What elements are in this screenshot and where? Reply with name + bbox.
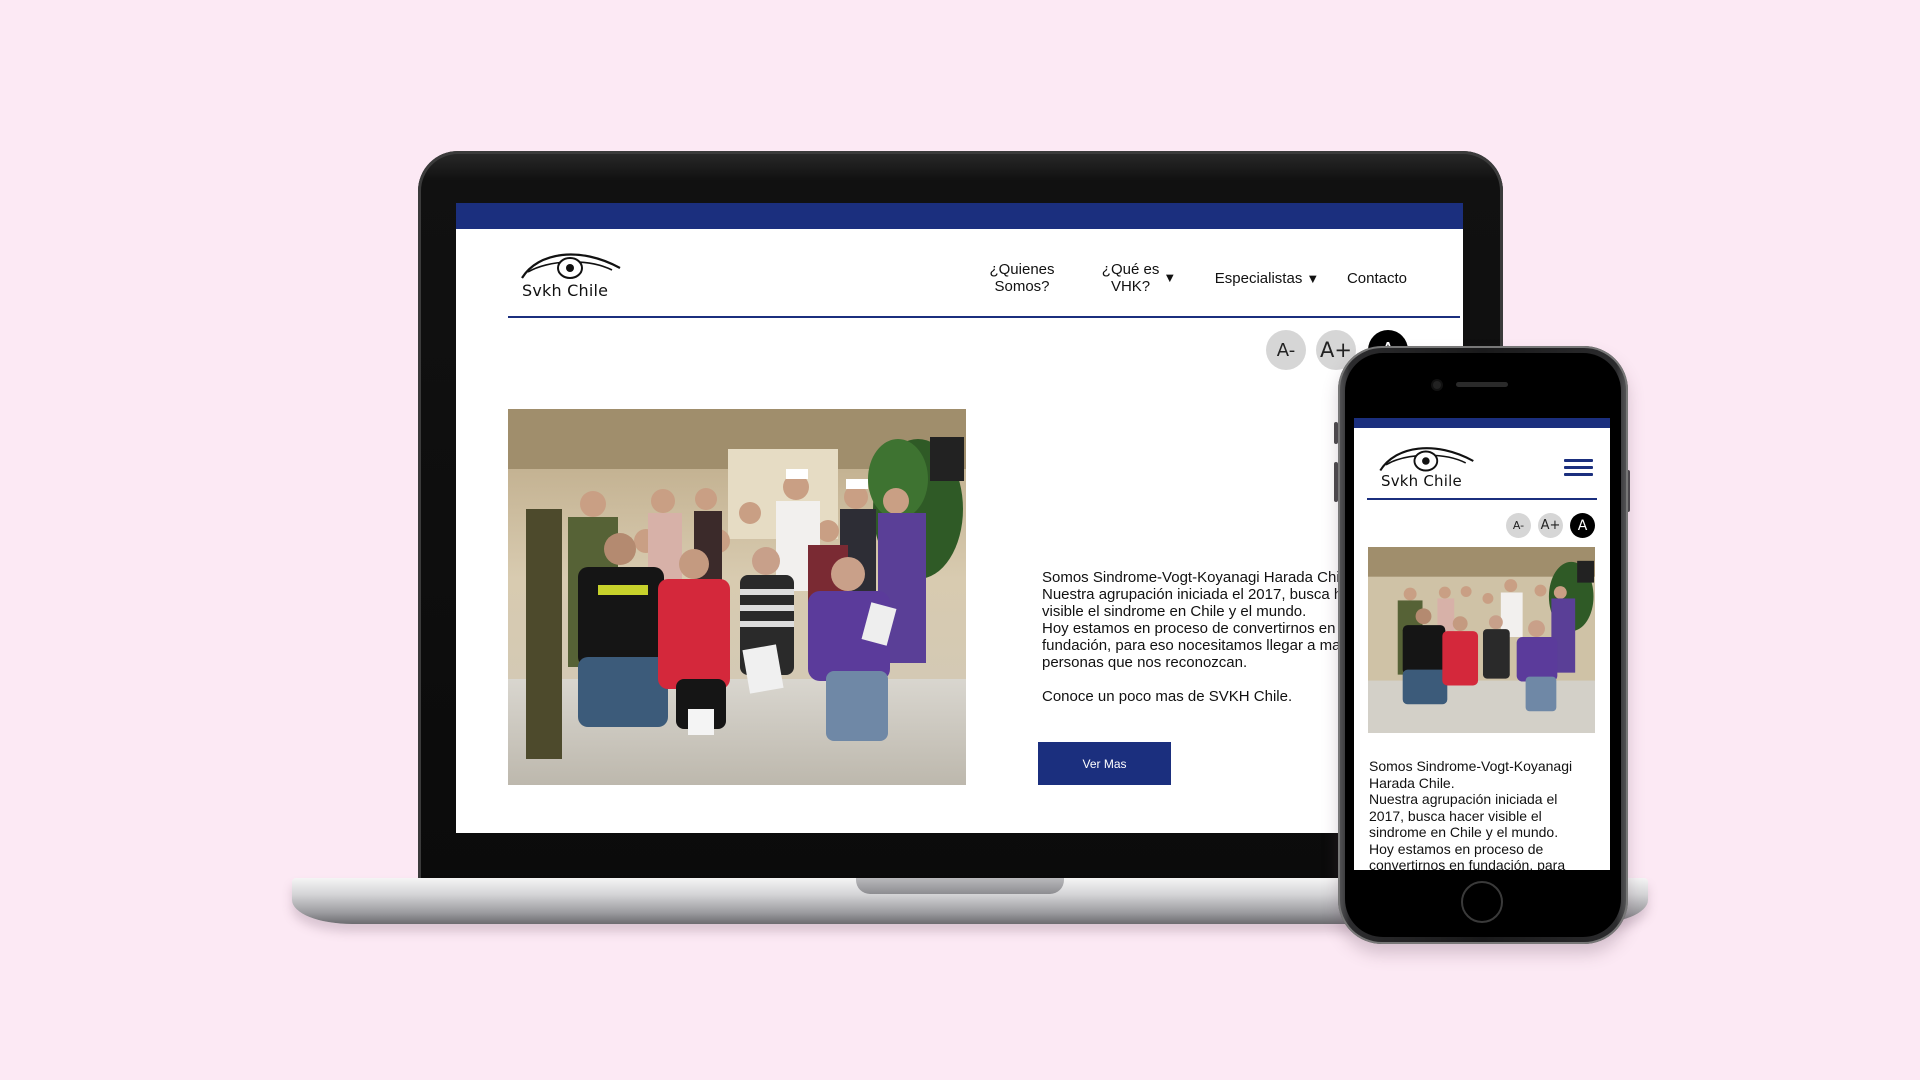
intro-line: convertirnos en fundación, para bbox=[1369, 857, 1566, 870]
intro-text: Somos Sindrome-Vogt-Koyanagi Harada Chil… bbox=[1042, 569, 1372, 705]
intro-text: Somos Sindrome-Vogt-Koyanagi Harada Chil… bbox=[1369, 758, 1601, 870]
intro-line: visible el sindrome en Chile y el mundo. bbox=[1042, 603, 1307, 620]
laptop-screen: Svkh Chile ¿Quienes Somos? ¿Qué es VHK?▼ … bbox=[456, 203, 1463, 833]
phone-screen: Svkh Chile A- A+ A Somos Sindrome-Vogt-K… bbox=[1354, 418, 1610, 870]
group-photo bbox=[508, 409, 966, 785]
font-increase-button[interactable]: A+ bbox=[1538, 513, 1563, 538]
font-reset-button[interactable]: A bbox=[1570, 513, 1595, 538]
intro-line: Nuestra agrupación iniciada el bbox=[1369, 791, 1558, 807]
font-decrease-button[interactable]: A- bbox=[1506, 513, 1531, 538]
intro-line: Hoy estamos en proceso de convertirnos e… bbox=[1042, 620, 1336, 637]
intro-line: fundación, para eso nocesitamos llegar a… bbox=[1042, 637, 1349, 654]
intro-line: Somos Sindrome-Vogt-Koyanagi Harada Chil… bbox=[1042, 569, 1356, 586]
header-divider bbox=[1367, 498, 1597, 500]
intro-line: Somos Sindrome-Vogt-Koyanagi bbox=[1369, 758, 1573, 774]
site-top-bar bbox=[1354, 418, 1610, 428]
closing-line: Conoce un poco mas de SVKH Chile. bbox=[1042, 688, 1293, 705]
group-photo-image bbox=[508, 409, 966, 785]
nav-contacto[interactable]: Contacto bbox=[1342, 270, 1412, 287]
intro-line: Hoy estamos en proceso de bbox=[1369, 840, 1544, 857]
group-photo bbox=[1368, 547, 1595, 733]
nav-especialistas[interactable]: Especialistas ▼ bbox=[1208, 270, 1326, 287]
intro-line: Harada Chile. bbox=[1369, 774, 1455, 791]
intro-line: 2017, busca hacer visible el bbox=[1369, 807, 1542, 824]
nav-label: Contacto bbox=[1346, 270, 1408, 287]
nav-label-line-2: Somos? bbox=[994, 278, 1050, 295]
group-photo-image bbox=[1368, 547, 1595, 733]
logo-wordmark: Svkh Chile bbox=[1381, 472, 1462, 490]
nav-label-line-1: ¿Quienes bbox=[989, 261, 1055, 278]
nav-que-es-vhk[interactable]: ¿Qué es VHK?▼ bbox=[1096, 261, 1182, 295]
home-button[interactable] bbox=[1461, 881, 1503, 923]
camera-icon bbox=[1433, 381, 1441, 389]
laptop-hinge-notch bbox=[856, 878, 1064, 894]
site-top-bar bbox=[456, 203, 1463, 229]
nav-label: Especialistas bbox=[1214, 270, 1303, 287]
chevron-down-icon: ▼ bbox=[1163, 269, 1177, 285]
site-logo[interactable]: Svkh Chile bbox=[1367, 442, 1479, 494]
nav-label: ¿Qué es VHK? bbox=[1101, 261, 1160, 295]
header-divider bbox=[508, 316, 1460, 318]
hamburger-icon[interactable] bbox=[1564, 458, 1594, 478]
intro-line: Nuestra agrupación iniciada el 2017, bus… bbox=[1042, 586, 1372, 603]
chevron-down-icon: ▼ bbox=[1306, 271, 1320, 286]
font-decrease-button[interactable]: A- bbox=[1266, 330, 1306, 370]
nav-quienes-somos[interactable]: ¿Quienes Somos? bbox=[984, 261, 1060, 295]
intro-line: sindrome en Chile y el mundo. bbox=[1369, 824, 1559, 840]
site-logo[interactable]: Svkh Chile bbox=[508, 248, 626, 306]
speaker-grille bbox=[1456, 382, 1508, 387]
intro-line: personas que nos reconozcan. bbox=[1042, 654, 1248, 671]
ver-mas-button[interactable]: Ver Mas bbox=[1038, 742, 1171, 785]
logo-wordmark: Svkh Chile bbox=[522, 281, 609, 300]
